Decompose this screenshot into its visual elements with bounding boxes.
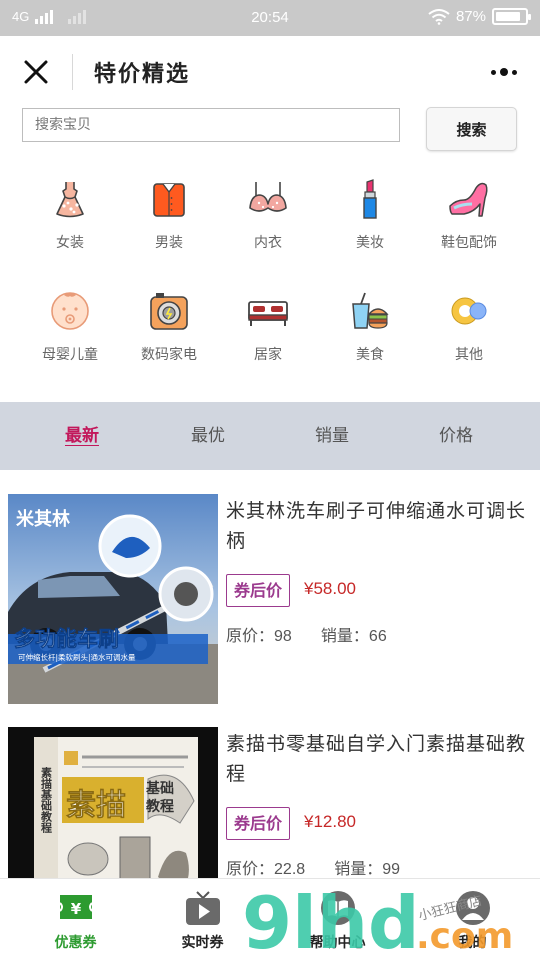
battery-percent: 87% [455, 8, 486, 25]
category-label: 鞋包配饰 [441, 235, 497, 251]
lipstick-icon [363, 179, 377, 219]
tab-label: 帮助中心 [309, 935, 366, 951]
baby-icon [51, 292, 89, 330]
coupon-ticket-icon: ¥ [59, 895, 93, 919]
product-image-brand: 米其林 [16, 508, 70, 530]
camera-icon [150, 293, 188, 330]
sketch-book-product-image: 素描 基础 教程 素描基础教程 [8, 727, 218, 879]
coupon-price: ¥58.00 [304, 579, 356, 598]
category-men[interactable]: 男装 [121, 178, 217, 273]
product-image-caption: 可伸缩长杆|柔软刷头|通水可调水量 [18, 652, 136, 662]
tab-mine[interactable]: 我的 [405, 879, 540, 960]
product-title: 米其林洗车刷子可伸缩通水可调长柄 [226, 500, 527, 552]
tab-live-coupons[interactable]: 实时券 [135, 879, 270, 960]
search-input[interactable] [22, 108, 400, 142]
category-women[interactable]: 女装 [22, 178, 118, 273]
book-icon [321, 891, 355, 925]
product-image-spine-text: 素描基础教程 [40, 766, 54, 834]
category-digital[interactable]: 数码家电 [121, 290, 217, 385]
category-label: 内衣 [254, 235, 282, 251]
product-title: 素描书零基础自学入门素描基础教程 [226, 733, 527, 785]
page-title: 特价精选 [94, 61, 191, 87]
category-shoes-bags[interactable]: 鞋包配饰 [421, 178, 517, 273]
bottom-tab-bar: ¥ 优惠券 实时券 帮助中心 我的 [0, 878, 540, 960]
category-baby[interactable]: 母婴儿童 [22, 290, 118, 385]
sort-tab-price[interactable]: 价格 [396, 402, 516, 470]
tab-coupons[interactable]: ¥ 优惠券 [8, 879, 143, 960]
nav-header: 特价精选 [0, 36, 540, 108]
category-label: 其他 [455, 347, 483, 363]
sort-tab-newest[interactable]: 最新 [22, 402, 142, 470]
product-meta: 原价：22.8 销量：99 [226, 855, 400, 879]
product-meta: 原价：98 销量：66 [226, 622, 387, 646]
category-label: 女装 [56, 235, 84, 251]
category-other[interactable]: 其他 [421, 290, 517, 385]
product-image-headline: 多功能车刷 [14, 627, 119, 651]
sales-label: 销量： [334, 859, 383, 878]
category-label: 母婴儿童 [42, 347, 98, 363]
tv-play-icon [186, 891, 220, 925]
wifi-icon [428, 8, 450, 25]
battery-fill [496, 12, 521, 21]
product-image-big-text: 素描 [66, 788, 126, 823]
high-heel-icon [449, 182, 488, 217]
food-icon [352, 292, 389, 329]
tab-label: 我的 [458, 935, 487, 951]
car-brush-product-image: 米其林 多功能车刷 可伸缩长杆|柔软刷头|通水可调水量 [8, 494, 218, 704]
sort-tab-sales[interactable]: 销量 [272, 402, 392, 470]
sales-count: 99 [382, 861, 401, 878]
more-menu-button[interactable] [486, 62, 522, 82]
search-button[interactable]: 搜索 [426, 107, 517, 151]
product-image: 米其林 多功能车刷 可伸缩长杆|柔软刷头|通水可调水量 [8, 494, 218, 704]
svg-text:¥: ¥ [71, 900, 82, 918]
sales-label: 销量： [320, 626, 369, 645]
category-food[interactable]: 美食 [322, 290, 418, 385]
sort-tab-best[interactable]: 最优 [148, 402, 268, 470]
tab-help-center[interactable]: 帮助中心 [270, 879, 405, 960]
bra-icon [249, 182, 287, 212]
header-divider [72, 54, 73, 90]
close-button[interactable] [20, 56, 52, 88]
dress-icon [56, 182, 84, 218]
user-icon [456, 891, 490, 925]
status-right: 87% [428, 8, 531, 25]
category-label: 美食 [356, 347, 384, 363]
category-label: 美妆 [356, 235, 384, 251]
original-price: 98 [274, 628, 292, 645]
category-home[interactable]: 居家 [220, 290, 316, 385]
original-price-label: 原价： [226, 626, 275, 645]
original-price-label: 原价： [226, 859, 275, 878]
shirt-icon [153, 183, 185, 217]
coupon-tag: 券后价 [226, 574, 291, 607]
coupon-price: ¥12.80 [304, 812, 356, 831]
bed-icon [248, 301, 288, 326]
category-label: 居家 [254, 347, 282, 363]
status-bar: 4G 20:54 87% [0, 0, 540, 36]
original-price: 22.8 [274, 861, 306, 878]
other-circles-icon [451, 297, 487, 325]
product-image: 素描 基础 教程 素描基础教程 [8, 727, 218, 879]
coupon-tag: 券后价 [226, 807, 291, 840]
product-card[interactable]: 米其林 多功能车刷 可伸缩长杆|柔软刷头|通水可调水量 米其林洗车刷子可伸缩通水… [0, 494, 540, 706]
more-dots-icon [491, 68, 517, 76]
category-underwear[interactable]: 内衣 [220, 178, 316, 273]
tab-label: 优惠券 [54, 935, 97, 951]
tab-label: 实时券 [181, 935, 224, 951]
close-icon [24, 60, 48, 84]
product-image-sub-text-2: 教程 [146, 798, 174, 815]
category-label: 数码家电 [141, 347, 197, 363]
sales-count: 66 [368, 628, 387, 645]
battery-icon [492, 8, 531, 25]
product-image-sub-text-1: 基础 [146, 780, 174, 797]
category-beauty[interactable]: 美妆 [322, 178, 418, 273]
sort-bar: 最新 最优 销量 价格 [0, 402, 540, 470]
category-label: 男装 [155, 235, 183, 251]
